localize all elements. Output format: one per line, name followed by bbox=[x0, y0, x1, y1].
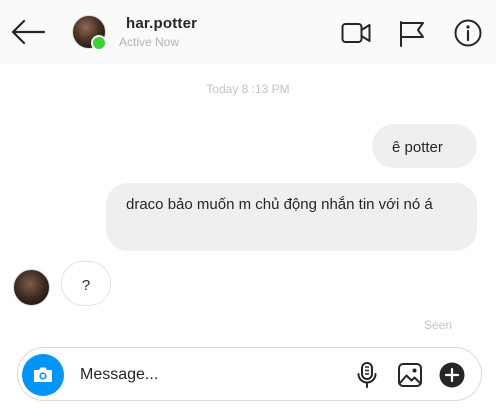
add-icon[interactable] bbox=[438, 361, 466, 389]
image-icon[interactable] bbox=[396, 361, 424, 389]
info-icon[interactable] bbox=[453, 18, 483, 48]
online-indicator bbox=[91, 35, 107, 51]
microphone-icon[interactable] bbox=[353, 361, 381, 389]
video-camera-icon[interactable] bbox=[341, 18, 371, 48]
seen-indicator: Seen bbox=[424, 318, 453, 332]
flag-icon[interactable] bbox=[397, 18, 427, 48]
outgoing-message[interactable]: draco bảo muốn m chủ động nhắn tin với n… bbox=[106, 183, 477, 251]
chat-header: har.potter Active Now bbox=[0, 0, 496, 64]
outgoing-message[interactable]: ê potter bbox=[372, 124, 477, 168]
conversation-timestamp: Today 8 :13 PM bbox=[206, 82, 290, 96]
active-status: Active Now bbox=[119, 35, 180, 49]
contact-avatar[interactable] bbox=[72, 15, 107, 51]
back-arrow-icon[interactable] bbox=[10, 16, 46, 48]
message-input[interactable] bbox=[78, 360, 342, 390]
camera-icon[interactable] bbox=[22, 354, 64, 396]
incoming-message[interactable]: ? bbox=[61, 261, 111, 306]
sender-avatar[interactable] bbox=[13, 269, 50, 306]
contact-username[interactable]: har.potter bbox=[126, 15, 197, 32]
message-composer bbox=[17, 347, 482, 401]
